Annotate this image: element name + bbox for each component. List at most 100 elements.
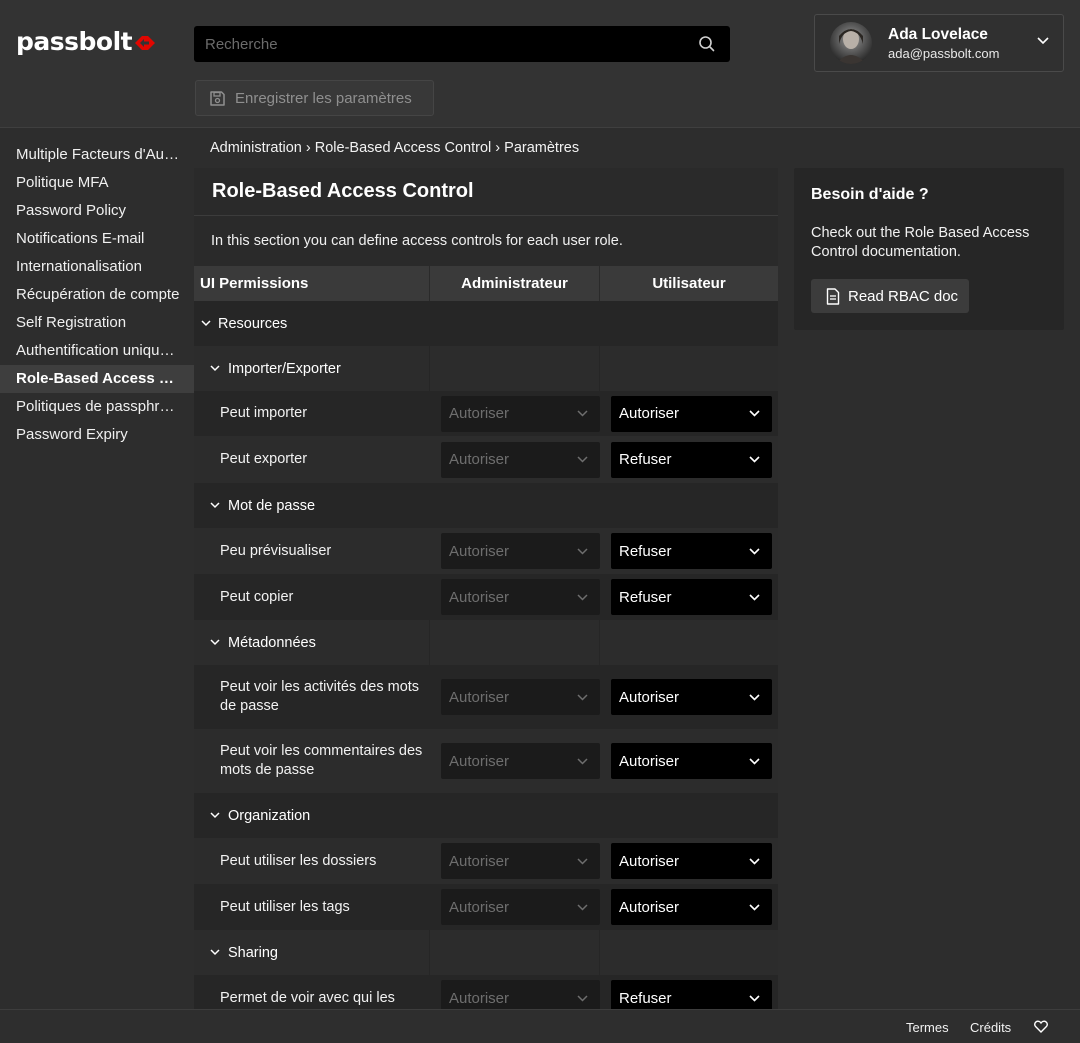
permission-row: Peut importer Autoriser Autoriser bbox=[194, 391, 778, 436]
permission-row: Peu prévisualiser Autoriser Refuser bbox=[194, 528, 778, 574]
read-rbac-doc-label: Read RBAC doc bbox=[848, 287, 959, 305]
sidebar-item-sso[interactable]: Authentification unique (SSO) bbox=[0, 337, 194, 365]
permission-label: Peut utiliser les tags bbox=[220, 898, 350, 915]
user-permission-select[interactable]: Autoriser bbox=[611, 679, 772, 715]
group-label: Organization bbox=[228, 807, 311, 824]
permission-row: Peut voir les commentaires des mots de p… bbox=[194, 729, 778, 793]
sidebar-item-rbac[interactable]: Role-Based Access Control bbox=[0, 365, 194, 393]
chevron-down-icon bbox=[749, 903, 760, 911]
chevron-down-icon bbox=[577, 547, 588, 555]
group-label: Métadonnées bbox=[228, 634, 316, 651]
sidebar-item-email-notifications[interactable]: Notifications E-mail bbox=[0, 225, 194, 253]
group-row-metadata[interactable]: Métadonnées bbox=[194, 620, 778, 665]
user-profile-dropdown[interactable]: Ada Lovelace ada@passbolt.com bbox=[814, 14, 1064, 72]
read-rbac-doc-button[interactable]: Read RBAC doc bbox=[811, 279, 969, 313]
credits-link[interactable]: Crédits bbox=[970, 1020, 1011, 1035]
admin-permission-select: Autoriser bbox=[441, 843, 600, 879]
group-label: Importer/Exporter bbox=[228, 360, 341, 377]
save-settings-button[interactable]: Enregistrer les paramètres bbox=[195, 80, 434, 116]
app-footer: Termes Crédits bbox=[0, 1009, 1080, 1043]
chevron-down-icon bbox=[749, 857, 760, 865]
chevron-down-icon bbox=[210, 365, 220, 372]
admin-sidebar: Multiple Facteurs d'Authentification Pol… bbox=[0, 141, 194, 449]
sidebar-item-mfa[interactable]: Multiple Facteurs d'Authentification bbox=[0, 141, 194, 169]
user-permission-select[interactable]: Refuser bbox=[611, 980, 772, 1009]
search-icon[interactable] bbox=[698, 35, 716, 53]
user-permission-select[interactable]: Autoriser bbox=[611, 889, 772, 925]
chevron-down-icon bbox=[1037, 37, 1049, 45]
header-user: Utilisateur bbox=[652, 275, 726, 292]
intro-text: In this section you can define access co… bbox=[194, 216, 778, 266]
admin-permission-select: Autoriser bbox=[441, 980, 600, 1009]
chevron-down-icon bbox=[749, 994, 760, 1002]
heart-icon[interactable] bbox=[1034, 1020, 1048, 1033]
user-permission-select[interactable]: Refuser bbox=[611, 533, 772, 569]
sidebar-item-password-policy[interactable]: Password Policy bbox=[0, 197, 194, 225]
save-icon bbox=[210, 90, 225, 106]
chevron-down-icon bbox=[749, 456, 760, 463]
search-input[interactable] bbox=[194, 26, 684, 62]
permission-row: Peut exporter Autoriser Refuser bbox=[194, 436, 778, 483]
group-label: Mot de passe bbox=[228, 497, 316, 514]
group-row-sharing[interactable]: Sharing bbox=[194, 930, 778, 975]
passbolt-logo[interactable]: passbolt bbox=[16, 27, 156, 56]
group-row-resources[interactable]: Resources bbox=[194, 301, 778, 346]
admin-permission-select: Autoriser bbox=[441, 889, 600, 925]
admin-permission-select: Autoriser bbox=[441, 395, 600, 432]
permission-row: Peut utiliser les dossiers Autoriser Aut… bbox=[194, 838, 778, 884]
help-panel: Besoin d'aide ? Check out the Role Based… bbox=[794, 168, 1064, 330]
admin-permission-select: Autoriser bbox=[441, 441, 600, 478]
sidebar-item-password-expiry[interactable]: Password Expiry bbox=[0, 421, 194, 449]
header-administrator: Administrateur bbox=[429, 266, 600, 301]
breadcrumb: Administration › Role-Based Access Contr… bbox=[210, 140, 580, 156]
sidebar-item-self-registration[interactable]: Self Registration bbox=[0, 309, 194, 337]
group-label: Sharing bbox=[228, 944, 278, 961]
permission-label: Peut voir les commentaires des mots de p… bbox=[220, 743, 423, 778]
chevron-down-icon bbox=[577, 410, 588, 417]
save-settings-label: Enregistrer les paramètres bbox=[235, 89, 412, 107]
permission-row: Peut utiliser les tags Autoriser Autoris… bbox=[194, 884, 778, 930]
permission-row: Peut voir les activités des mots de pass… bbox=[194, 665, 778, 729]
chevron-down-icon bbox=[749, 693, 760, 701]
permission-label: Peut voir les activités des mots de pass… bbox=[220, 679, 420, 714]
sidebar-item-account-recovery[interactable]: Récupération de compte bbox=[0, 281, 194, 309]
chevron-down-icon bbox=[577, 994, 588, 1002]
chevron-down-icon bbox=[210, 812, 220, 819]
help-title: Besoin d'aide ? bbox=[811, 186, 929, 203]
sidebar-item-mfa-policy[interactable]: Politique MFA bbox=[0, 169, 194, 197]
sidebar-item-passphrase-policies[interactable]: Politiques de passphrase bbox=[0, 393, 194, 421]
user-permission-select[interactable]: Autoriser bbox=[611, 843, 772, 879]
group-row-organization[interactable]: Organization bbox=[194, 793, 778, 838]
user-name: Ada Lovelace bbox=[888, 26, 988, 43]
user-portrait-icon bbox=[836, 29, 866, 64]
logo-text: passbolt bbox=[16, 27, 133, 56]
chevron-down-icon bbox=[201, 320, 211, 327]
chevron-down-icon bbox=[577, 857, 588, 865]
document-icon bbox=[826, 287, 840, 305]
help-text: Check out the Role Based Access Control … bbox=[811, 225, 1030, 260]
chevron-down-icon bbox=[210, 949, 220, 956]
user-permission-select[interactable]: Autoriser bbox=[611, 395, 772, 432]
logo-mark-icon bbox=[135, 35, 156, 50]
permission-label: Peut copier bbox=[220, 588, 294, 605]
chevron-down-icon bbox=[749, 547, 760, 555]
sidebar-item-internationalisation[interactable]: Internationalisation bbox=[0, 253, 194, 281]
user-permission-select[interactable]: Autoriser bbox=[611, 743, 772, 779]
permission-label: Permet de voir avec qui les bbox=[220, 989, 395, 1006]
user-permission-select[interactable]: Refuser bbox=[611, 441, 772, 478]
group-label: Resources bbox=[218, 315, 288, 332]
chevron-down-icon bbox=[577, 456, 588, 463]
permission-label: Peut importer bbox=[220, 405, 308, 421]
group-row-import-export[interactable]: Importer/Exporter bbox=[194, 346, 778, 391]
permission-row: Permet de voir avec qui les Autoriser Re… bbox=[194, 975, 778, 1009]
group-row-password[interactable]: Mot de passe bbox=[194, 483, 778, 528]
chevron-down-icon bbox=[577, 693, 588, 701]
terms-link[interactable]: Termes bbox=[906, 1020, 949, 1035]
permission-label: Peu prévisualiser bbox=[220, 542, 332, 559]
admin-permission-select: Autoriser bbox=[441, 533, 600, 569]
permission-row: Peut copier Autoriser Refuser bbox=[194, 574, 778, 620]
user-permission-select[interactable]: Refuser bbox=[611, 579, 772, 615]
permissions-table-header: UI Permissions Administrateur Utilisateu… bbox=[194, 266, 778, 301]
chevron-down-icon bbox=[577, 903, 588, 911]
admin-permission-select: Autoriser bbox=[441, 679, 600, 715]
